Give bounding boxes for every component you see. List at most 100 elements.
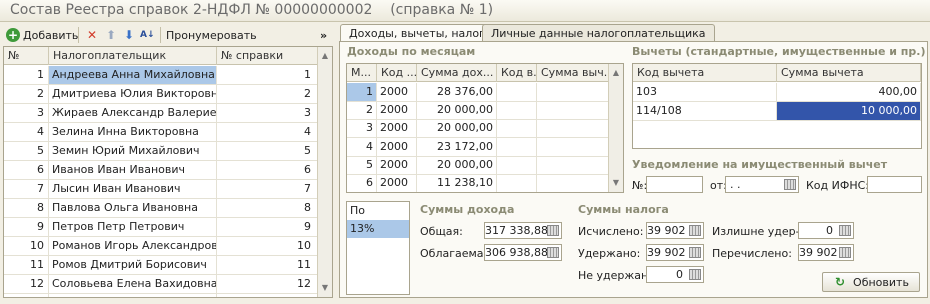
column-header-number[interactable]: № [4,47,49,65]
taxpayer-name[interactable]: Петров Петр Петрович [49,218,217,236]
tab-personal-data[interactable]: Личные данные налогоплательщика [482,24,715,42]
month-cell[interactable]: 6 [347,174,377,192]
table-row[interactable]: 5 Земин Юрий Михайлович 5 [4,142,318,161]
scroll-down-icon[interactable]: ▼ [318,281,332,295]
month-cell[interactable]: 2 [347,101,377,120]
table-row[interactable]: 3Жираев Александр Валериевич3 [4,104,318,123]
column-header-certificate[interactable]: № справки [217,47,318,65]
income-code-cell[interactable]: 2000 [377,155,417,174]
move-up-button[interactable]: ⬆ [104,27,118,43]
taxpayer-name[interactable]: Жираев Александр Валериевич [49,104,217,122]
income-taxable-field[interactable]: 306 938,88 [484,244,562,261]
income-code-cell[interactable]: 2000 [377,83,417,101]
income-sum-cell[interactable]: 28 376,00 [417,83,497,101]
month-cell[interactable]: 4 [347,137,377,156]
deduction-code-cell[interactable]: 103 [633,83,777,101]
deduction-code-cell[interactable] [497,174,537,192]
income-scrollbar[interactable]: ▲ ▼ [608,64,623,192]
taxpayer-name[interactable]: Лысин Иван Иванович [49,180,217,198]
income-code-cell[interactable]: 2000 [377,137,417,156]
refresh-button[interactable]: ↻ Обновить [822,272,920,292]
column-header-deduction-sum[interactable]: Сумма вычета [777,64,921,82]
table-row[interactable]: 4 Зелина Инна Викторовна 4 [4,123,318,142]
tax-excess-field[interactable]: 0 [798,222,854,239]
taxpayer-name[interactable]: Ромов Дмитрий Борисович [49,256,217,274]
table-row[interactable]: 10 Романов Игорь Александрович 10 [4,237,318,256]
tax-transferred-field[interactable]: 39 902 [798,244,854,261]
rate-item[interactable]: 13% [347,220,409,238]
income-sum-cell[interactable]: 20 000,00 [417,119,497,138]
table-row[interactable]: 2 Дмитриева Юлия Викторовна 2 [4,85,318,104]
scroll-up-icon[interactable]: ▲ [318,49,332,63]
deduction-code-cell[interactable] [497,137,537,156]
move-down-button[interactable]: ⬇ [122,27,136,43]
tax-withheld-field[interactable]: 39 902 [646,244,704,261]
taxpayer-name[interactable]: Андреева Анна Михайловна [49,66,217,84]
calculator-icon[interactable] [689,225,701,236]
income-code-cell[interactable]: 2000 [377,101,417,120]
table-row[interactable]: 1 Андреева Анна Михайловна 1 [4,66,318,85]
column-header-income-code[interactable]: Код ... [377,64,417,82]
deduction-code-cell[interactable] [497,83,537,101]
taxpayer-name[interactable]: Павлова Ольга Ивановна [49,199,217,217]
table-row[interactable]: 103 400,00 [633,83,921,102]
deduction-code-cell[interactable] [497,101,537,120]
table-row[interactable]: 6 Иванов Иван Иванович 6 [4,161,318,180]
deduction-code-cell[interactable] [497,119,537,138]
calculator-icon[interactable] [839,247,851,258]
taxpayer-name[interactable]: Дмитриева Юлия Викторовна [49,85,217,103]
add-button[interactable]: + Добавить [6,27,78,43]
table-row[interactable]: 2 2000 20 000,00 [347,101,609,121]
deduction-sum-cell[interactable]: 10 000,00 [777,102,921,120]
column-header-deduction-code[interactable]: Код в... [497,64,537,82]
table-row[interactable]: 8 Павлова Ольга Ивановна 8 [4,199,318,218]
month-cell[interactable]: 1 [347,83,377,101]
income-code-cell[interactable]: 2000 [377,174,417,192]
income-sum-cell[interactable]: 11 238,10 [417,174,497,192]
deduction-sum-cell[interactable] [537,174,609,192]
sort-button[interactable]: A↓ [140,27,155,43]
deduction-sum-cell[interactable] [537,83,609,101]
table-row[interactable]: 114/108 10 000,00 [633,102,921,121]
calculator-icon[interactable] [689,269,701,280]
taxpayer-name[interactable]: Хаев Виталий Борисович [49,294,217,297]
renumber-button[interactable]: Пронумеровать [166,27,257,43]
calendar-icon[interactable] [784,179,796,190]
column-header-deduction-sum[interactable]: Сумма выч... [537,64,609,82]
income-total-field[interactable]: 317 338,88 [484,222,562,239]
ifns-code-input[interactable] [867,176,922,193]
column-header-taxpayer[interactable]: Налогоплательщик [49,47,217,65]
calculator-icon[interactable] [547,247,559,258]
scroll-down-icon[interactable]: ▼ [609,176,623,190]
deduction-sum-cell[interactable] [537,155,609,174]
taxpayer-name[interactable]: Земин Юрий Михайлович [49,142,217,160]
month-cell[interactable]: 5 [347,155,377,174]
tax-calculated-field[interactable]: 39 902 [646,222,704,239]
taxpayer-name[interactable]: Романов Игорь Александрович [49,237,217,255]
income-sum-cell[interactable]: 20 000,00 [417,101,497,120]
calculator-icon[interactable] [839,225,851,236]
taxpayers-scrollbar[interactable]: ▲ ▼ [317,47,332,297]
table-row[interactable]: 5 2000 20 000,00 [347,155,609,175]
table-row[interactable]: 4 2000 23 172,00 [347,137,609,157]
income-sum-cell[interactable]: 23 172,00 [417,137,497,156]
table-row[interactable]: 11 Ромов Дмитрий Борисович 11 [4,256,318,275]
table-row[interactable]: 3 2000 20 000,00 [347,119,609,139]
table-row[interactable]: 6 2000 11 238,10 [347,174,609,192]
taxpayer-name[interactable]: Иванов Иван Иванович [49,161,217,179]
taxpayer-name[interactable]: Зелина Инна Викторовна [49,123,217,141]
toolbar-more-button[interactable]: » [320,27,327,43]
column-header-income-sum[interactable]: Сумма дох... [417,64,497,82]
deduction-sum-cell[interactable] [537,101,609,120]
deduction-code-cell[interactable]: 114/108 [633,102,777,120]
delete-button[interactable]: ✕ [85,27,99,43]
income-code-cell[interactable]: 2000 [377,119,417,138]
deduction-sum-cell[interactable] [537,119,609,138]
scroll-up-icon[interactable]: ▲ [609,66,623,80]
income-sum-cell[interactable]: 20 000,00 [417,155,497,174]
column-header-deduction-code[interactable]: Код вычета [633,64,777,82]
table-row[interactable]: 1 2000 28 376,00 [347,83,609,102]
tax-not-withheld-field[interactable]: 0 [646,266,704,283]
calculator-icon[interactable] [689,247,701,258]
column-header-month[interactable]: М... [347,64,377,82]
